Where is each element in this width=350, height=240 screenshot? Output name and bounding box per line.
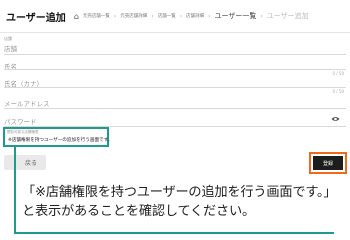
name-kana-counter: 0 / 50	[332, 89, 344, 94]
page-title: ユーザー追加	[6, 12, 66, 24]
callout-line-bottom	[14, 232, 334, 234]
store-caption: 店舗	[4, 36, 12, 41]
breadcrumb: ⌂ 元売店舗一覧 › 元売店舗詳細 › 店舗一覧 › 店舗詳細 › ユーザー一覧 › ユー…	[74, 11, 313, 21]
name-kana-underline	[4, 87, 346, 88]
store-field[interactable]: 店舗 店舗	[4, 36, 346, 55]
name-counter: 0 / 50	[332, 71, 344, 76]
breadcrumb-item-1[interactable]: 元売店舗詳細 ›	[120, 13, 153, 20]
name-underline	[4, 69, 346, 70]
breadcrumb-item-3[interactable]: 店舗詳細 ›	[186, 13, 210, 20]
name-kana-field[interactable]: 氏名（カナ） 0 / 50	[4, 78, 346, 98]
store-underline	[4, 54, 346, 55]
home-icon[interactable]: ⌂	[74, 12, 79, 21]
back-button-label: 戻る	[24, 160, 37, 167]
back-button[interactable]: 戻る	[4, 155, 46, 170]
chevron-right-icon: ›	[151, 12, 154, 20]
eye-icon[interactable]	[331, 116, 340, 122]
chevron-right-icon: ›	[179, 12, 183, 20]
breadcrumb-item-0[interactable]: 元売店舗一覧 ›	[83, 13, 116, 20]
store-value: 店舗	[4, 45, 17, 53]
chevron-right-icon: ›	[208, 12, 211, 20]
breadcrumb-item-current: ユーザー追加	[266, 12, 309, 20]
password-label: パスワード	[4, 118, 37, 126]
instruction-line-1: 「※店舗権限を持つユーザーの追加を行う画面です。」	[22, 185, 337, 200]
email-label: メールアドレス	[4, 100, 50, 108]
breadcrumb-item-2[interactable]: 店舗一覧 ›	[158, 13, 182, 20]
email-field[interactable]: メールアドレス	[4, 98, 346, 112]
chevron-right-icon: ›	[260, 12, 263, 20]
instruction-line-2: と表示があることを確認してください。	[22, 204, 255, 219]
chevron-right-icon: ›	[113, 12, 117, 20]
breadcrumb-item-4[interactable]: ユーザー一覧 ›	[215, 11, 263, 21]
permission-caption: 閲覧可能な店舗権限	[7, 130, 39, 134]
top-bar: ユーザー追加 ⌂ 元売店舗一覧 › 元売店舗詳細 › 店舗一覧 › 店舗詳細 › ユーザ…	[0, 0, 350, 33]
callout-line-vertical	[14, 146, 16, 234]
permission-notice-text: ※店舗権限を持つユーザーの追加を行う画面です。	[8, 138, 113, 143]
name-field[interactable]: 氏名 0 / 50	[4, 58, 346, 78]
register-button[interactable]: 登録	[313, 156, 343, 170]
permission-notice: 閲覧可能な店舗権限 ※店舗権限を持つユーザーの追加を行う画面です。	[3, 127, 113, 147]
email-underline	[4, 108, 346, 109]
register-highlight: 登録	[309, 152, 347, 174]
instruction-text: 「※店舗権限を持つユーザーの追加を行う画面です。」 と表示があることを確認してく…	[22, 183, 347, 221]
